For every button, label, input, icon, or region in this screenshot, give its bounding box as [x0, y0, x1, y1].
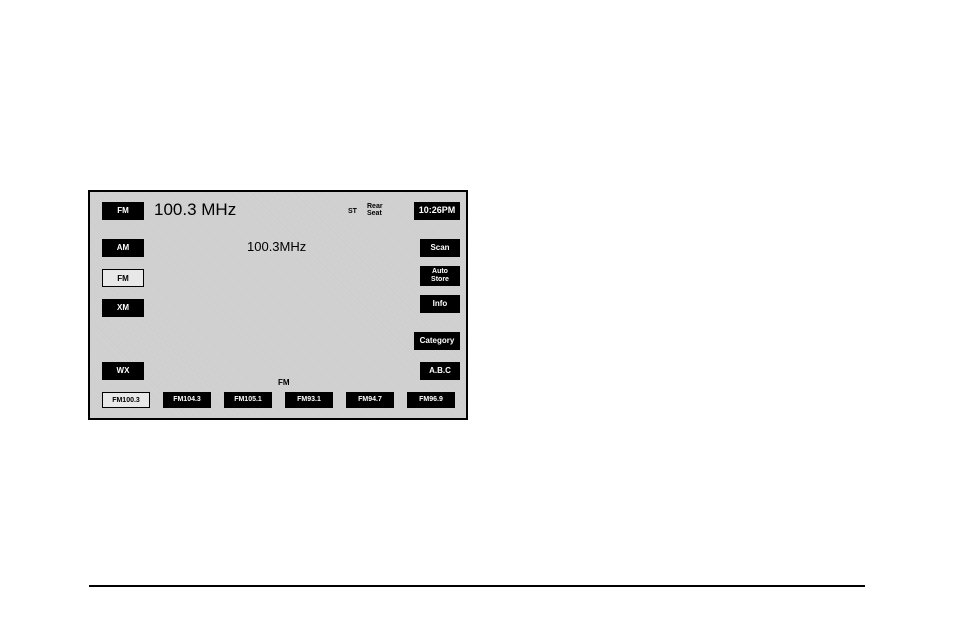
preset-1[interactable]: FM100.3 — [102, 392, 150, 408]
abc-button[interactable]: A.B.C — [420, 362, 460, 380]
radio-panel: FM AM FM XM WX 10:26PM Scan Auto Store I… — [88, 190, 468, 420]
info-button[interactable]: Info — [420, 295, 460, 313]
preset-5[interactable]: FM94.7 — [346, 392, 394, 408]
frequency-main: 100.3 MHz — [154, 200, 236, 220]
frequency-center: 100.3MHz — [247, 239, 306, 254]
preset-6[interactable]: FM96.9 — [407, 392, 455, 408]
wx-button[interactable]: WX — [102, 362, 144, 380]
fm-button-selected[interactable]: FM — [102, 269, 144, 287]
xm-button[interactable]: XM — [102, 299, 144, 317]
preset-2[interactable]: FM104.3 — [163, 392, 211, 408]
clock-display: 10:26PM — [414, 202, 460, 220]
am-button[interactable]: AM — [102, 239, 144, 257]
scan-button[interactable]: Scan — [420, 239, 460, 257]
auto-store-button[interactable]: Auto Store — [420, 266, 460, 286]
category-button[interactable]: Category — [414, 332, 460, 350]
stereo-indicator: ST — [348, 208, 357, 215]
fm-indicator: FM — [102, 202, 144, 220]
band-label: FM — [278, 378, 290, 387]
preset-3[interactable]: FM105.1 — [224, 392, 272, 408]
page-divider — [89, 585, 865, 587]
preset-4[interactable]: FM93.1 — [285, 392, 333, 408]
rear-seat-indicator: Rear Seat — [367, 203, 383, 217]
